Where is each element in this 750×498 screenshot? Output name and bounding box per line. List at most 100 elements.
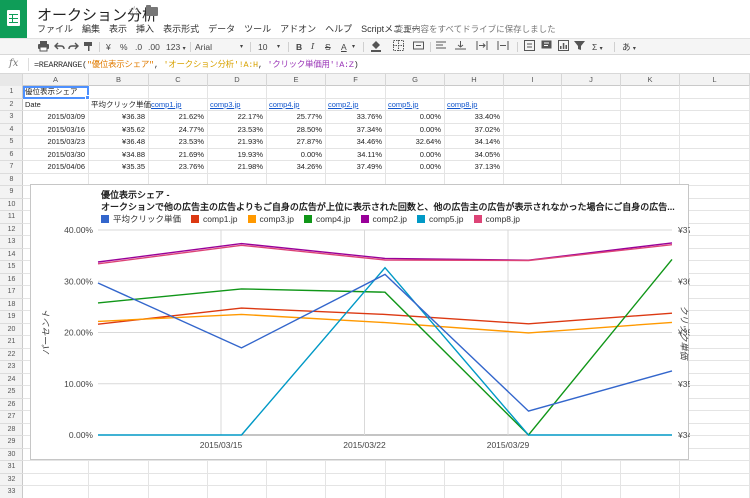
- menu-insert[interactable]: 挿入: [136, 22, 154, 36]
- data-cell[interactable]: 21.69%: [151, 149, 207, 161]
- formula-input[interactable]: =REARRANGE("優位表示シェア", 'オークション分析'!A:H, 'ク…: [34, 58, 359, 70]
- row-header-1[interactable]: 1: [0, 86, 23, 99]
- column-header-d[interactable]: D: [208, 74, 267, 86]
- data-cell[interactable]: 25.77%: [269, 111, 325, 123]
- data-cell[interactable]: 34.26%: [269, 161, 325, 173]
- more-formats-button[interactable]: 123 ▾: [166, 40, 186, 54]
- data-cell[interactable]: 37.49%: [328, 161, 385, 173]
- data-cell[interactable]: ¥34.88: [91, 149, 148, 161]
- header-cell[interactable]: comp4.jp: [269, 99, 325, 111]
- column-header-j[interactable]: J: [562, 74, 621, 86]
- column-header-g[interactable]: G: [386, 74, 445, 86]
- row-header-17[interactable]: 17: [0, 286, 23, 299]
- row-header-25[interactable]: 25: [0, 386, 23, 399]
- row-header-8[interactable]: 8: [0, 174, 23, 186]
- input-tools-button[interactable]: あ ▾: [622, 40, 636, 54]
- data-cell[interactable]: ¥36.38: [91, 111, 148, 123]
- font-select[interactable]: Arial ▾: [195, 40, 243, 54]
- data-cell[interactable]: 22.17%: [210, 111, 266, 123]
- data-cell[interactable]: 34.05%: [447, 149, 503, 161]
- column-header-e[interactable]: E: [267, 74, 326, 86]
- data-cell[interactable]: 0.00%: [388, 161, 444, 173]
- row-header-23[interactable]: 23: [0, 361, 23, 374]
- text-wrap-icon[interactable]: [476, 40, 488, 54]
- row-header-16[interactable]: 16: [0, 274, 23, 286]
- bold-button[interactable]: B: [296, 40, 302, 54]
- row-header-12[interactable]: 12: [0, 224, 23, 236]
- row-header-11[interactable]: 11: [0, 211, 23, 224]
- menu-addons[interactable]: アドオン: [280, 22, 316, 36]
- redo-icon[interactable]: [68, 40, 79, 54]
- save-status[interactable]: 変更内容をすべてドライブに保存しました: [395, 23, 556, 35]
- column-header-c[interactable]: C: [149, 74, 208, 86]
- data-cell[interactable]: 33.76%: [328, 111, 385, 123]
- header-cell[interactable]: Date: [25, 99, 88, 111]
- row-header-15[interactable]: 15: [0, 261, 23, 274]
- header-cell[interactable]: comp3.jp: [210, 99, 266, 111]
- data-cell[interactable]: 37.34%: [328, 124, 385, 136]
- data-cell[interactable]: 21.62%: [151, 111, 207, 123]
- row-header-30[interactable]: 30: [0, 449, 23, 461]
- strikethrough-button[interactable]: S: [325, 40, 331, 54]
- data-cell[interactable]: 0.00%: [269, 149, 325, 161]
- menu-data[interactable]: データ: [208, 22, 235, 36]
- row-header-7[interactable]: 7: [0, 161, 23, 174]
- select-all-corner[interactable]: [0, 74, 23, 86]
- italic-button[interactable]: I: [311, 40, 314, 54]
- menu-edit[interactable]: 編集: [82, 22, 100, 36]
- increase-decimals-button[interactable]: .00: [148, 40, 160, 54]
- row-header-19[interactable]: 19: [0, 311, 23, 324]
- chevron-down-icon[interactable]: ▾: [352, 40, 355, 54]
- column-header-i[interactable]: I: [504, 74, 562, 86]
- row-header-14[interactable]: 14: [0, 249, 23, 261]
- print-icon[interactable]: [38, 40, 49, 54]
- data-cell[interactable]: 23.53%: [151, 136, 207, 148]
- row-header-6[interactable]: 6: [0, 149, 23, 161]
- text-color-button[interactable]: A: [341, 40, 347, 54]
- fill-color-icon[interactable]: [370, 40, 382, 54]
- row-header-28[interactable]: 28: [0, 424, 23, 436]
- data-cell[interactable]: 21.98%: [210, 161, 266, 173]
- borders-icon[interactable]: [393, 40, 404, 54]
- font-size-select[interactable]: 10 ▾: [258, 40, 280, 54]
- column-header-h[interactable]: H: [445, 74, 504, 86]
- row-header-24[interactable]: 24: [0, 374, 23, 386]
- data-cell[interactable]: 24.77%: [151, 124, 207, 136]
- sheets-logo-icon[interactable]: [0, 0, 27, 38]
- align-left-icon[interactable]: [436, 40, 447, 54]
- data-cell[interactable]: 2015/03/30: [25, 149, 88, 161]
- row-header-10[interactable]: 10: [0, 199, 23, 211]
- data-cell[interactable]: 0.00%: [388, 111, 444, 123]
- data-cell[interactable]: 0.00%: [388, 149, 444, 161]
- row-header-33[interactable]: 33: [0, 486, 23, 498]
- row-header-21[interactable]: 21: [0, 336, 23, 349]
- header-cell[interactable]: 平均クリック単価: [91, 99, 155, 111]
- row-header-27[interactable]: 27: [0, 411, 23, 424]
- menu-file[interactable]: ファイル: [37, 22, 73, 36]
- row-header-18[interactable]: 18: [0, 299, 23, 311]
- functions-button[interactable]: Σ ▾: [592, 40, 603, 54]
- insert-chart-icon[interactable]: [558, 40, 569, 54]
- data-cell[interactable]: 37.02%: [447, 124, 503, 136]
- folder-icon[interactable]: [146, 5, 158, 16]
- decrease-decimals-button[interactable]: .0: [135, 40, 142, 54]
- row-header-3[interactable]: 3: [0, 111, 23, 124]
- embedded-chart[interactable]: 優位表示シェア - オークションで他の広告主の広告よりもご自身の広告が上位に表示…: [30, 184, 690, 460]
- currency-button[interactable]: ¥: [106, 40, 111, 54]
- header-cell[interactable]: comp1.jp: [151, 99, 207, 111]
- column-header-a[interactable]: A: [23, 74, 89, 86]
- row-header-29[interactable]: 29: [0, 436, 23, 449]
- data-cell[interactable]: 34.14%: [447, 136, 503, 148]
- data-cell[interactable]: 34.46%: [328, 136, 385, 148]
- header-cell[interactable]: comp5.jp: [388, 99, 444, 111]
- fill-handle[interactable]: [85, 94, 90, 100]
- data-cell[interactable]: 34.11%: [328, 149, 385, 161]
- data-cell[interactable]: 33.40%: [447, 111, 503, 123]
- row-header-13[interactable]: 13: [0, 236, 23, 249]
- paint-format-icon[interactable]: [83, 40, 94, 54]
- percent-button[interactable]: %: [120, 40, 128, 54]
- valign-icon[interactable]: [455, 40, 466, 54]
- header-cell[interactable]: comp2.jp: [328, 99, 385, 111]
- row-header-32[interactable]: 32: [0, 474, 23, 486]
- column-header-b[interactable]: B: [89, 74, 149, 86]
